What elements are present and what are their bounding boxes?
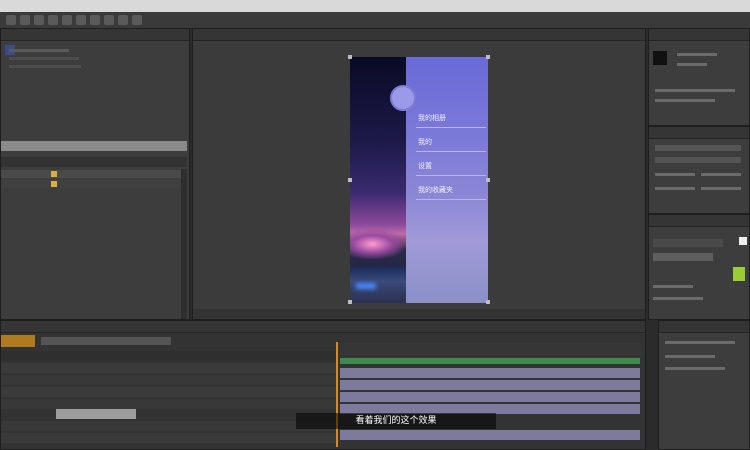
character-panel bbox=[648, 126, 750, 214]
info-value bbox=[655, 99, 715, 102]
scrollbar[interactable] bbox=[181, 169, 187, 319]
composition-handle[interactable] bbox=[486, 300, 490, 304]
layer-track[interactable] bbox=[340, 392, 640, 402]
layer-name-editing[interactable] bbox=[56, 409, 136, 419]
tracking-field[interactable] bbox=[701, 187, 741, 190]
effects-search[interactable] bbox=[653, 239, 723, 247]
font-field[interactable] bbox=[655, 145, 741, 151]
menu-item[interactable] bbox=[40, 3, 42, 10]
menu-item-favorites: 我的收藏夹 bbox=[418, 186, 453, 194]
info-tab[interactable] bbox=[649, 29, 749, 41]
water-light bbox=[356, 283, 376, 289]
divider bbox=[416, 199, 486, 200]
pan-tool-icon[interactable] bbox=[76, 15, 86, 25]
composition-tab[interactable] bbox=[193, 29, 645, 41]
selection-tool-icon[interactable] bbox=[6, 15, 16, 25]
mask-tool-icon[interactable] bbox=[90, 15, 100, 25]
preview-control[interactable] bbox=[665, 341, 735, 344]
viewer-controls bbox=[193, 309, 645, 319]
side-menu-panel bbox=[406, 57, 488, 303]
color-swatch[interactable] bbox=[739, 237, 747, 245]
style-field[interactable] bbox=[655, 157, 741, 163]
composition-handle[interactable] bbox=[348, 300, 352, 304]
timeline-tab[interactable] bbox=[1, 321, 645, 333]
time-ruler[interactable] bbox=[336, 343, 642, 355]
avatar bbox=[390, 85, 416, 111]
effects-panel bbox=[648, 214, 750, 320]
project-item[interactable] bbox=[1, 170, 187, 178]
project-info bbox=[9, 49, 69, 52]
composition-canvas[interactable]: 我的相册 我的 设置 我的收藏夹 bbox=[350, 57, 488, 303]
leading-field[interactable] bbox=[701, 173, 741, 176]
kerning-field[interactable] bbox=[655, 187, 695, 190]
preview-control[interactable] bbox=[665, 355, 715, 358]
layer-row[interactable] bbox=[1, 387, 336, 397]
video-subtitle: 看着我们的这个效果 bbox=[296, 413, 496, 429]
divider bbox=[416, 127, 486, 128]
info-value bbox=[655, 89, 735, 92]
menu-item-album: 我的相册 bbox=[418, 114, 446, 122]
label-color bbox=[51, 171, 57, 177]
layer-track[interactable] bbox=[340, 380, 640, 390]
layer-row[interactable] bbox=[1, 421, 336, 431]
menu-item[interactable] bbox=[16, 3, 18, 10]
divider bbox=[416, 151, 486, 152]
text-tool-icon[interactable] bbox=[118, 15, 128, 25]
composition-handle[interactable] bbox=[348, 55, 352, 59]
menu-item[interactable] bbox=[28, 3, 30, 10]
pen-tool-icon[interactable] bbox=[104, 15, 114, 25]
font-size-field[interactable] bbox=[655, 173, 695, 176]
effect-item[interactable] bbox=[653, 253, 713, 261]
city-glow bbox=[350, 229, 406, 259]
timecode-field[interactable] bbox=[1, 335, 35, 347]
playhead[interactable] bbox=[336, 342, 338, 447]
toolbar bbox=[0, 12, 750, 29]
rotate-tool-icon[interactable] bbox=[48, 15, 58, 25]
menu-item-settings: 设置 bbox=[418, 162, 432, 170]
zoom-tool-icon[interactable] bbox=[34, 15, 44, 25]
info-panel bbox=[648, 28, 750, 126]
layer-row[interactable] bbox=[1, 363, 336, 373]
layer-track[interactable] bbox=[340, 368, 640, 378]
search-field[interactable] bbox=[1, 141, 187, 151]
info-value bbox=[677, 63, 707, 66]
layer-column-header bbox=[1, 351, 336, 361]
project-info bbox=[9, 65, 81, 68]
layer-row[interactable] bbox=[1, 433, 336, 443]
layer-row[interactable] bbox=[1, 399, 336, 409]
hand-tool-icon[interactable] bbox=[20, 15, 30, 25]
brush-tool-icon[interactable] bbox=[132, 15, 142, 25]
composition-handle[interactable] bbox=[486, 178, 490, 182]
project-panel-tab[interactable] bbox=[1, 29, 189, 41]
camera-tool-icon[interactable] bbox=[62, 15, 72, 25]
work-area-bar[interactable] bbox=[340, 358, 640, 364]
menu-item[interactable] bbox=[4, 3, 6, 10]
layer-track[interactable] bbox=[340, 430, 640, 440]
character-tab[interactable] bbox=[649, 127, 749, 139]
effect-property bbox=[653, 297, 703, 300]
project-info bbox=[9, 57, 79, 60]
project-item[interactable] bbox=[1, 180, 187, 188]
effects-tab[interactable] bbox=[649, 215, 749, 227]
preview-control[interactable] bbox=[665, 367, 725, 370]
divider bbox=[416, 175, 486, 176]
menu-bar bbox=[0, 0, 750, 12]
color-swatch[interactable] bbox=[733, 267, 745, 281]
layer-search[interactable] bbox=[41, 337, 171, 345]
project-column-header bbox=[1, 157, 187, 167]
info-value bbox=[677, 53, 717, 56]
label-color bbox=[51, 181, 57, 187]
project-panel bbox=[0, 28, 190, 320]
effect-property bbox=[653, 285, 693, 288]
layer-row[interactable] bbox=[1, 375, 336, 385]
preview-tab[interactable] bbox=[659, 321, 749, 333]
composition-handle[interactable] bbox=[348, 178, 352, 182]
composition-handle[interactable] bbox=[486, 55, 490, 59]
color-swatch bbox=[653, 51, 667, 65]
menu-item-mine: 我的 bbox=[418, 138, 432, 146]
preview-panel bbox=[658, 320, 750, 450]
